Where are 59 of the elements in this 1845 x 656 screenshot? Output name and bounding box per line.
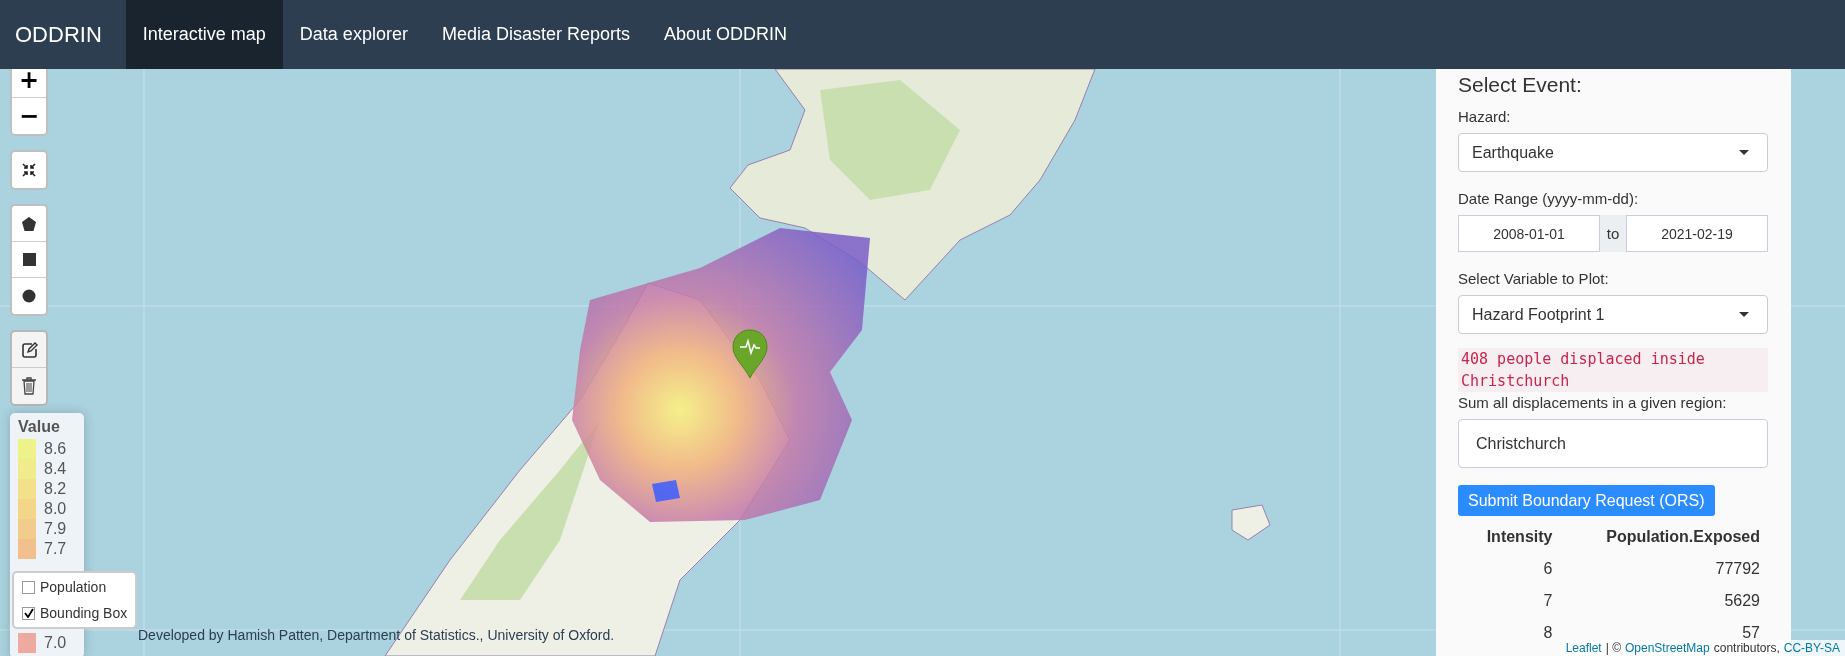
- field-label: Sum all displacements in a given region:: [1458, 394, 1728, 411]
- table-cell-text: 77792: [1714, 559, 1761, 579]
- trash-icon: [21, 377, 37, 395]
- field-label: Date Range (yyyy-mm-dd):: [1458, 190, 1640, 207]
- field-label: Hazard:: [1458, 108, 1512, 125]
- checkbox[interactable]: [22, 580, 35, 594]
- attribution-link[interactable]: OpenStreetMap: [1625, 641, 1710, 655]
- checkmark-icon: [23, 608, 34, 618]
- caret-icon: [1739, 312, 1749, 317]
- select-value: Hazard Footprint 1: [1472, 305, 1605, 324]
- region-input-field[interactable]: Christchurch: [1458, 419, 1768, 468]
- legend-label: 8.4: [44, 460, 67, 478]
- variable-dropdown[interactable]: Hazard Footprint 1: [1458, 295, 1768, 334]
- zoom-out-button[interactable]: −: [12, 98, 46, 134]
- credit-text: Developed by Hamish Patten, Department of Statistics., University of Oxford.: [138, 627, 615, 643]
- date-separator: to: [1600, 215, 1626, 252]
- panel-title: Select Event:: [1458, 73, 1583, 97]
- table-cell-text: 7: [1542, 591, 1554, 611]
- attribution-link[interactable]: Leaflet: [1565, 641, 1602, 655]
- start-date-field[interactable]: 2008-01-01: [1458, 215, 1600, 252]
- column-header: Intensity: [1485, 527, 1554, 547]
- hazard-dropdown[interactable]: Earthquake: [1458, 133, 1768, 172]
- collapse-arrows-icon: [22, 163, 36, 177]
- legend-label: 7.0: [44, 634, 67, 652]
- column-header: Population.Exposed: [1605, 527, 1761, 547]
- square-icon: [22, 253, 36, 266]
- legend-label: 8.6: [44, 440, 67, 458]
- end-date-field[interactable]: 2021-02-19: [1626, 215, 1768, 252]
- table-cell-text: 5629: [1723, 591, 1761, 611]
- field-label: Select Variable to Plot:: [1458, 270, 1610, 287]
- table-cell-text: 6: [1542, 559, 1554, 579]
- result-text: 408 people displaced inside Christchurch: [1458, 348, 1768, 392]
- edit-icon: [20, 341, 38, 358]
- layer-label[interactable]: Population: [40, 579, 107, 595]
- nav-tab[interactable]: Interactive map: [125, 0, 283, 69]
- brand-title[interactable]: ODDRIN: [0, 0, 126, 69]
- region-highlight: [652, 480, 680, 502]
- pentagon-icon: [21, 215, 37, 232]
- zoom-in-button[interactable]: +: [12, 69, 46, 98]
- legend-label: 8.2: [44, 480, 67, 498]
- legend-label: 7.7: [44, 540, 67, 558]
- legend-title: Value: [18, 418, 61, 436]
- checkbox[interactable]: [22, 606, 35, 620]
- map-pin-icon[interactable]: [731, 328, 769, 380]
- nav-tab[interactable]: About ODDRIN: [647, 0, 805, 69]
- attribution-text: | ©: [1605, 641, 1621, 655]
- circle-icon: [22, 289, 36, 303]
- table-cell-text: 8: [1542, 623, 1554, 643]
- legend-label: 8.0: [44, 500, 67, 518]
- attribution-link[interactable]: CC-BY-SA: [1783, 641, 1840, 655]
- layer-label[interactable]: Bounding Box: [40, 605, 128, 621]
- nav-tab[interactable]: Media Disaster Reports: [424, 0, 647, 69]
- attribution-text: contributors,: [1713, 641, 1780, 655]
- legend-label: 7.9: [44, 520, 67, 538]
- table-cell-text: 57: [1741, 623, 1761, 643]
- caret-icon: [1739, 150, 1749, 155]
- island-shape: [1231, 504, 1271, 541]
- nav-tab[interactable]: Data explorer: [282, 0, 425, 69]
- select-value: Earthquake: [1472, 143, 1554, 162]
